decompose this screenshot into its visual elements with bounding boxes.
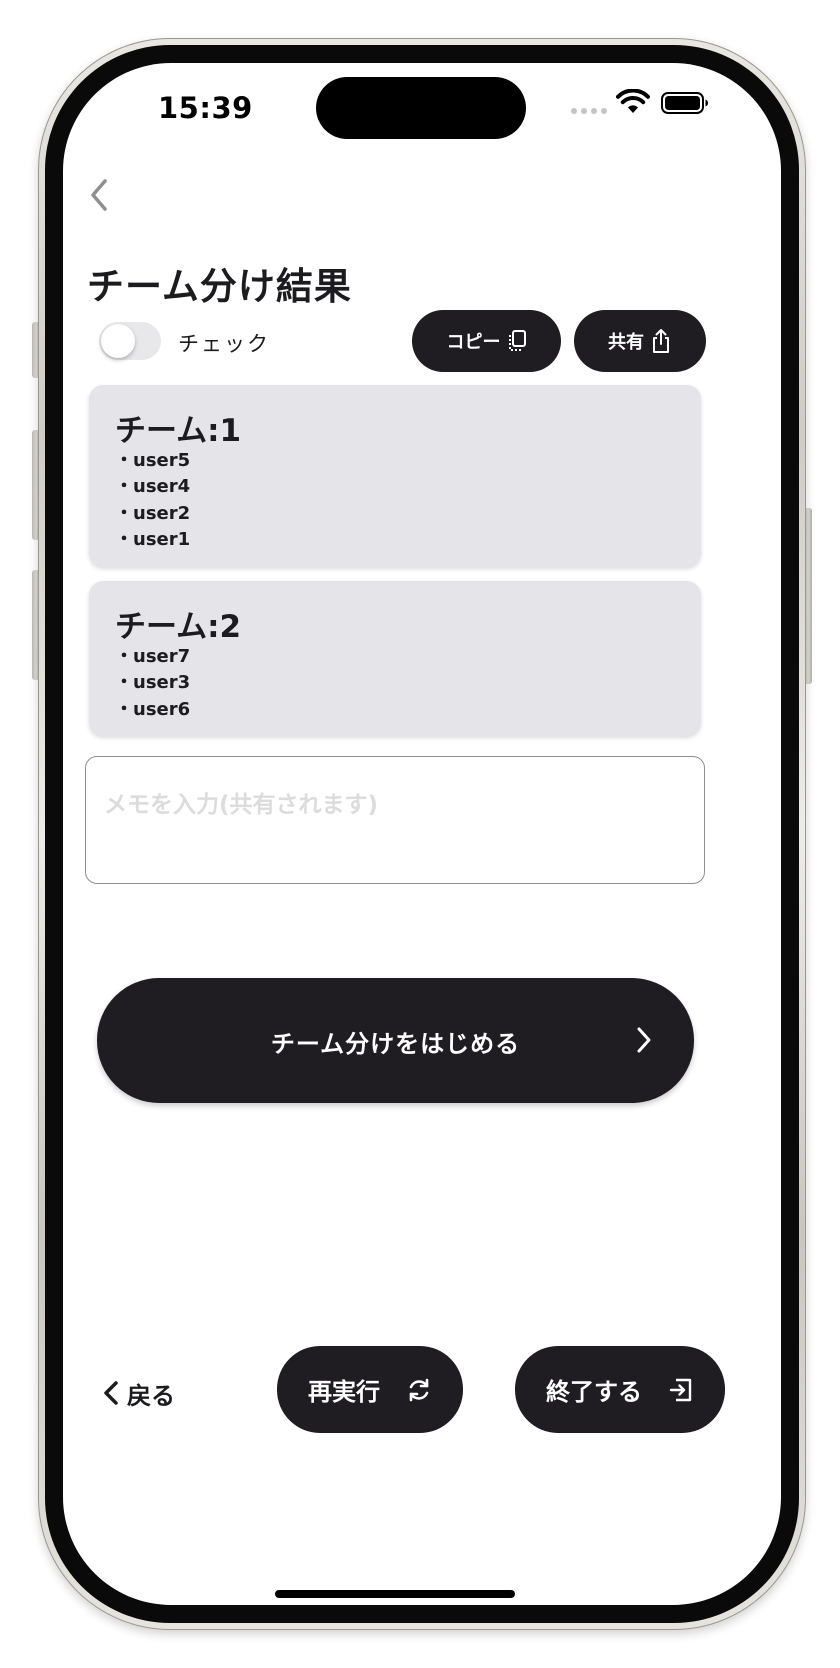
chevron-right-icon	[637, 1027, 651, 1053]
cellular-signal-icon	[571, 108, 611, 116]
app-screen: 15:39 チーム分け結果 チェック コピー 共有 チーム:1 ・user5 ・…	[63, 63, 781, 1605]
team-name: チーム:1	[115, 413, 242, 449]
member-item: ・user6	[115, 698, 191, 720]
rerun-button-label: 再実行	[308, 1378, 380, 1406]
back-link[interactable]: 戻る	[101, 1373, 175, 1413]
exit-icon	[669, 1378, 692, 1401]
wifi-icon	[616, 89, 650, 113]
member-item: ・user2	[115, 502, 191, 524]
home-indicator	[275, 1590, 515, 1598]
dynamic-island	[316, 77, 526, 139]
member-item: ・user5	[115, 450, 191, 471]
copy-icon	[508, 330, 526, 351]
team-name: チーム:2	[115, 609, 242, 645]
share-button[interactable]: 共有	[574, 310, 706, 372]
start-button-label: チーム分けをはじめる	[270, 1030, 521, 1058]
member-item: ・user3	[115, 672, 191, 694]
check-toggle-label: チェック	[178, 332, 270, 356]
chevron-left-icon	[104, 1381, 118, 1405]
back-link-label: 戻る	[127, 1381, 175, 1410]
copy-button-label: コピー	[446, 332, 501, 353]
copy-button[interactable]: コピー	[412, 310, 561, 372]
toggle-knob	[101, 324, 135, 358]
member-item: ・user4	[115, 476, 191, 498]
memo-input[interactable]	[85, 756, 705, 884]
battery-icon	[661, 92, 708, 114]
rerun-button[interactable]: 再実行	[277, 1346, 463, 1433]
status-time: 15:39	[158, 91, 253, 125]
check-toggle[interactable]	[99, 322, 161, 360]
finish-button[interactable]: 終了する	[515, 1346, 725, 1433]
team-card: チーム:2 ・user7 ・user3 ・user6	[89, 581, 701, 736]
member-item: ・user7	[115, 646, 191, 667]
start-team-split-button[interactable]: チーム分けをはじめる	[97, 978, 694, 1103]
back-chevron-icon[interactable]	[85, 175, 115, 215]
share-icon	[653, 329, 669, 353]
page-title: チーム分け結果	[87, 265, 352, 308]
finish-button-label: 終了する	[546, 1378, 642, 1406]
member-item: ・user1	[115, 528, 191, 550]
refresh-icon	[409, 1378, 429, 1401]
share-button-label: 共有	[608, 332, 644, 353]
member-list: ・user5 ・user4 ・user2 ・user1	[115, 448, 190, 553]
member-list: ・user7 ・user3 ・user6	[115, 644, 190, 723]
team-card: チーム:1 ・user5 ・user4 ・user2 ・user1	[89, 385, 701, 567]
